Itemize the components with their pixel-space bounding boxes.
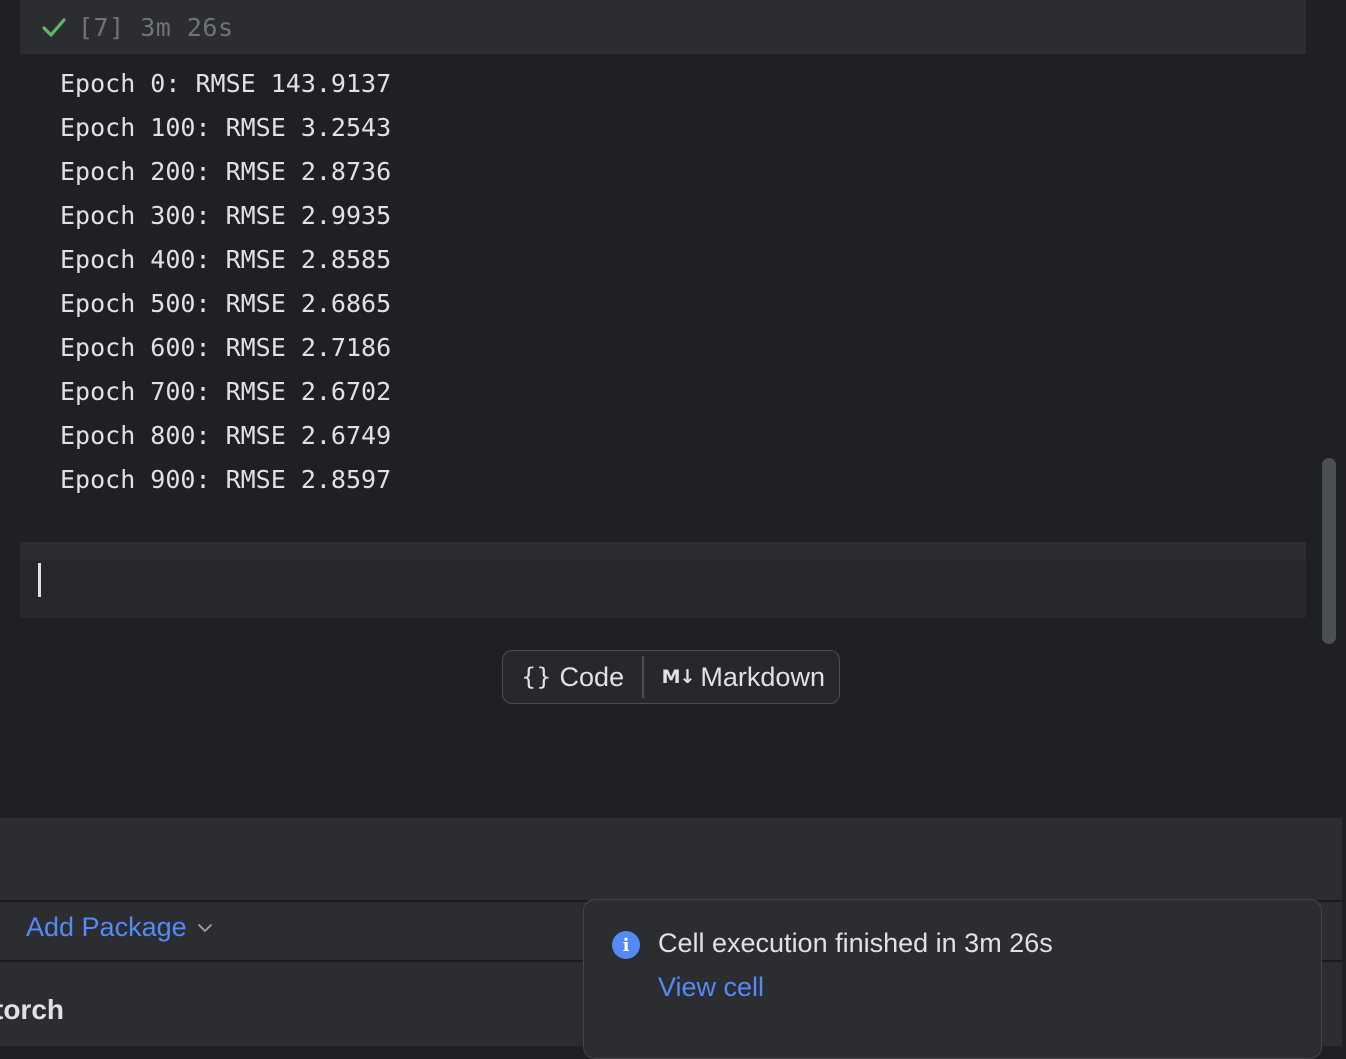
vertical-scrollbar[interactable] (1322, 458, 1336, 644)
execution-count-label: [7] 3m 26s (78, 12, 234, 42)
add-code-label: Code (559, 661, 625, 692)
packages-panel-header (0, 818, 1342, 900)
add-cell-toolbar: {} Code M↓ Markdown (502, 650, 840, 704)
add-markdown-label: Markdown (700, 661, 825, 692)
braces-icon: {} (521, 663, 552, 691)
output-line: Epoch 100: RMSE 3.2543 (60, 113, 392, 142)
package-list-item-torch[interactable]: torch (0, 994, 64, 1026)
view-cell-link[interactable]: View cell (658, 972, 764, 1003)
add-code-cell-button[interactable]: {} Code (503, 651, 642, 703)
empty-code-cell-editor[interactable] (20, 560, 1306, 618)
output-line: Epoch 700: RMSE 2.6702 (60, 377, 392, 406)
output-line: Epoch 600: RMSE 2.7186 (60, 333, 392, 362)
gutter-marker (0, 580, 4, 584)
output-line: Epoch 900: RMSE 2.8597 (60, 465, 392, 494)
text-caret (38, 563, 41, 597)
panel-edge (1342, 818, 1346, 1046)
add-package-label: Add Package (26, 912, 187, 942)
output-line: Epoch 200: RMSE 2.8736 (60, 157, 392, 186)
markdown-icon: M↓ (661, 666, 696, 688)
chevron-down-icon (197, 923, 212, 932)
output-line: Epoch 800: RMSE 2.6749 (60, 421, 392, 450)
cell-output: Epoch 0: RMSE 143.9137 Epoch 100: RMSE 3.… (60, 62, 391, 502)
add-package-dropdown[interactable]: Add Package (26, 912, 213, 943)
cell-execution-header: [7] 3m 26s (20, 0, 1306, 54)
output-line: Epoch 500: RMSE 2.6865 (60, 289, 392, 318)
output-line: Epoch 0: RMSE 143.9137 (60, 69, 392, 98)
add-markdown-cell-button[interactable]: M↓ Markdown (644, 651, 825, 703)
empty-cell-toolbar (20, 542, 1306, 560)
check-icon (42, 18, 66, 37)
info-icon: i (612, 931, 640, 959)
output-line: Epoch 400: RMSE 2.8585 (60, 245, 392, 274)
output-line: Epoch 300: RMSE 2.9935 (60, 201, 392, 230)
notification-toast: i Cell execution finished in 3m 26s View… (583, 899, 1322, 1059)
notification-message: Cell execution finished in 3m 26s (658, 928, 1053, 958)
